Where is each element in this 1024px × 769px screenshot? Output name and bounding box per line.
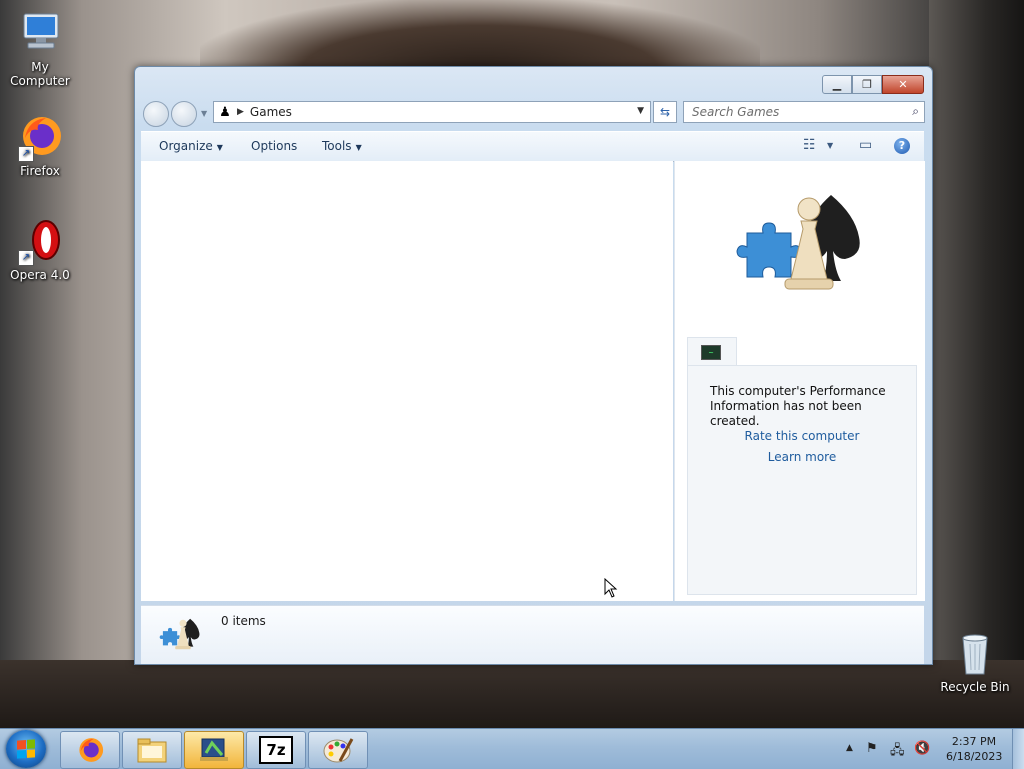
action-center-flag-icon[interactable]: ⚑ <box>866 741 878 756</box>
taskbar-paint[interactable] <box>308 731 368 769</box>
wallpaper-shade-right <box>929 0 1024 730</box>
wallpaper-shade <box>200 0 760 70</box>
address-bar[interactable]: ♟ ▶ Games ▼ <box>213 101 651 123</box>
desktop-icon-label: Opera 4.0 <box>10 268 70 282</box>
forward-button[interactable] <box>171 101 197 127</box>
desktop-icon-my-computer[interactable]: My Computer <box>0 10 80 88</box>
help-icon[interactable]: ? <box>894 138 910 154</box>
clock-time: 2:37 PM <box>951 735 997 748</box>
details-pane: 0 items <box>141 605 924 664</box>
games-folder-icon: ♟ <box>219 104 231 120</box>
opera-icon: ↗ <box>16 218 64 266</box>
options-button[interactable]: Options <box>251 139 297 153</box>
back-button[interactable] <box>143 101 169 127</box>
window-caption-buttons: ▁ ❐ ✕ <box>822 75 924 94</box>
games-explorer-window[interactable]: ▁ ❐ ✕ ▼ ♟ ▶ Games ▼ ⇆ ⌕ Organize▼ Option… <box>134 66 933 665</box>
search-input[interactable] <box>690 102 894 122</box>
desktop-icon-label: Recycle Bin <box>940 680 1010 694</box>
breadcrumb-separator-icon[interactable]: ▶ <box>237 107 244 117</box>
refresh-button[interactable]: ⇆ <box>653 101 677 123</box>
windows-logo-icon <box>17 739 35 759</box>
taskbar-firefox[interactable] <box>60 731 120 769</box>
desktop-icon-firefox[interactable]: ↗ Firefox <box>0 114 80 178</box>
desktop-icon-opera[interactable]: ↗ Opera 4.0 <box>0 218 80 282</box>
shortcut-arrow-icon: ↗ <box>18 146 34 162</box>
preview-pane-icon[interactable]: ▭ <box>859 137 872 153</box>
command-bar: Organize ▼ Options Tools ▼ ☷ ▼ ▭ ? <box>141 131 924 162</box>
7zip-icon: 7z <box>259 736 293 764</box>
games-icon <box>200 738 228 761</box>
learn-more-link[interactable]: Learn more <box>688 450 916 464</box>
performance-tab[interactable]: ~ <box>687 337 737 366</box>
shortcut-arrow-icon: ↗ <box>18 250 34 266</box>
performance-message: This computer's Performance Information … <box>710 384 886 428</box>
desktop-icon-label: My Computer <box>10 60 70 88</box>
search-icon[interactable]: ⌕ <box>912 104 919 119</box>
chevron-down-icon: ▼ <box>355 143 362 152</box>
preview-pane: ~ This computer's Performance Informatio… <box>674 161 925 601</box>
mouse-cursor-icon <box>604 578 618 598</box>
change-view-icon[interactable]: ☷ <box>803 137 816 153</box>
performance-panel: This computer's Performance Information … <box>687 365 917 595</box>
taskbar-games[interactable] <box>184 731 244 769</box>
item-count: 0 items <box>221 614 266 628</box>
paint-icon <box>323 738 354 763</box>
navigation-bar: ▼ ♟ ▶ Games ▼ ⇆ ⌕ <box>143 101 925 127</box>
firefox-icon: ↗ <box>16 114 64 162</box>
recycle-bin-icon <box>951 630 999 678</box>
maximize-button[interactable]: ❐ <box>852 75 882 94</box>
taskbar-explorer[interactable] <box>122 731 182 769</box>
search-box[interactable]: ⌕ <box>683 101 925 123</box>
view-dropdown-icon[interactable]: ▼ <box>827 141 833 150</box>
rate-computer-link[interactable]: Rate this computer <box>688 429 916 443</box>
tools-menu[interactable]: Tools ▼ <box>322 139 362 153</box>
desktop-icon-recycle-bin[interactable]: Recycle Bin <box>935 630 1015 694</box>
show-hidden-icons-button[interactable]: ▲ <box>846 743 853 753</box>
start-button[interactable] <box>6 730 46 768</box>
computer-icon <box>16 10 64 58</box>
address-dropdown-icon[interactable]: ▼ <box>637 106 644 116</box>
firefox-icon <box>79 738 104 762</box>
explorer-icon <box>137 738 167 763</box>
organize-menu[interactable]: Organize ▼ <box>159 139 223 153</box>
file-list-area[interactable] <box>141 161 673 601</box>
options-label: Options <box>251 139 298 153</box>
games-art-icon <box>735 185 883 305</box>
close-button[interactable]: ✕ <box>882 75 924 94</box>
taskbar-clock[interactable]: 2:37 PM 6/18/2023 <box>946 734 1002 764</box>
breadcrumb-games[interactable]: Games <box>250 105 292 119</box>
recent-pages-dropdown-icon[interactable]: ▼ <box>201 109 207 118</box>
organize-label: Organize <box>159 139 213 153</box>
taskbar-7zip[interactable]: 7z <box>246 731 306 769</box>
desktop-icon-label: Firefox <box>20 164 60 178</box>
taskbar: 7z ▲ ⚑ 🖧 🔇 2:37 PM 6/18/2023 <box>0 728 1024 769</box>
wallpaper-shade-bottom <box>0 660 1024 730</box>
minimize-button[interactable]: ▁ <box>822 75 852 94</box>
volume-muted-icon[interactable]: 🔇 <box>914 741 930 756</box>
clock-date: 6/18/2023 <box>946 750 1003 763</box>
show-desktop-button[interactable] <box>1012 729 1024 769</box>
monitor-icon: ~ <box>701 345 721 360</box>
games-small-icon <box>159 614 207 656</box>
chevron-down-icon: ▼ <box>216 143 223 152</box>
network-icon[interactable]: 🖧 <box>890 741 905 763</box>
tools-label: Tools <box>322 139 352 153</box>
